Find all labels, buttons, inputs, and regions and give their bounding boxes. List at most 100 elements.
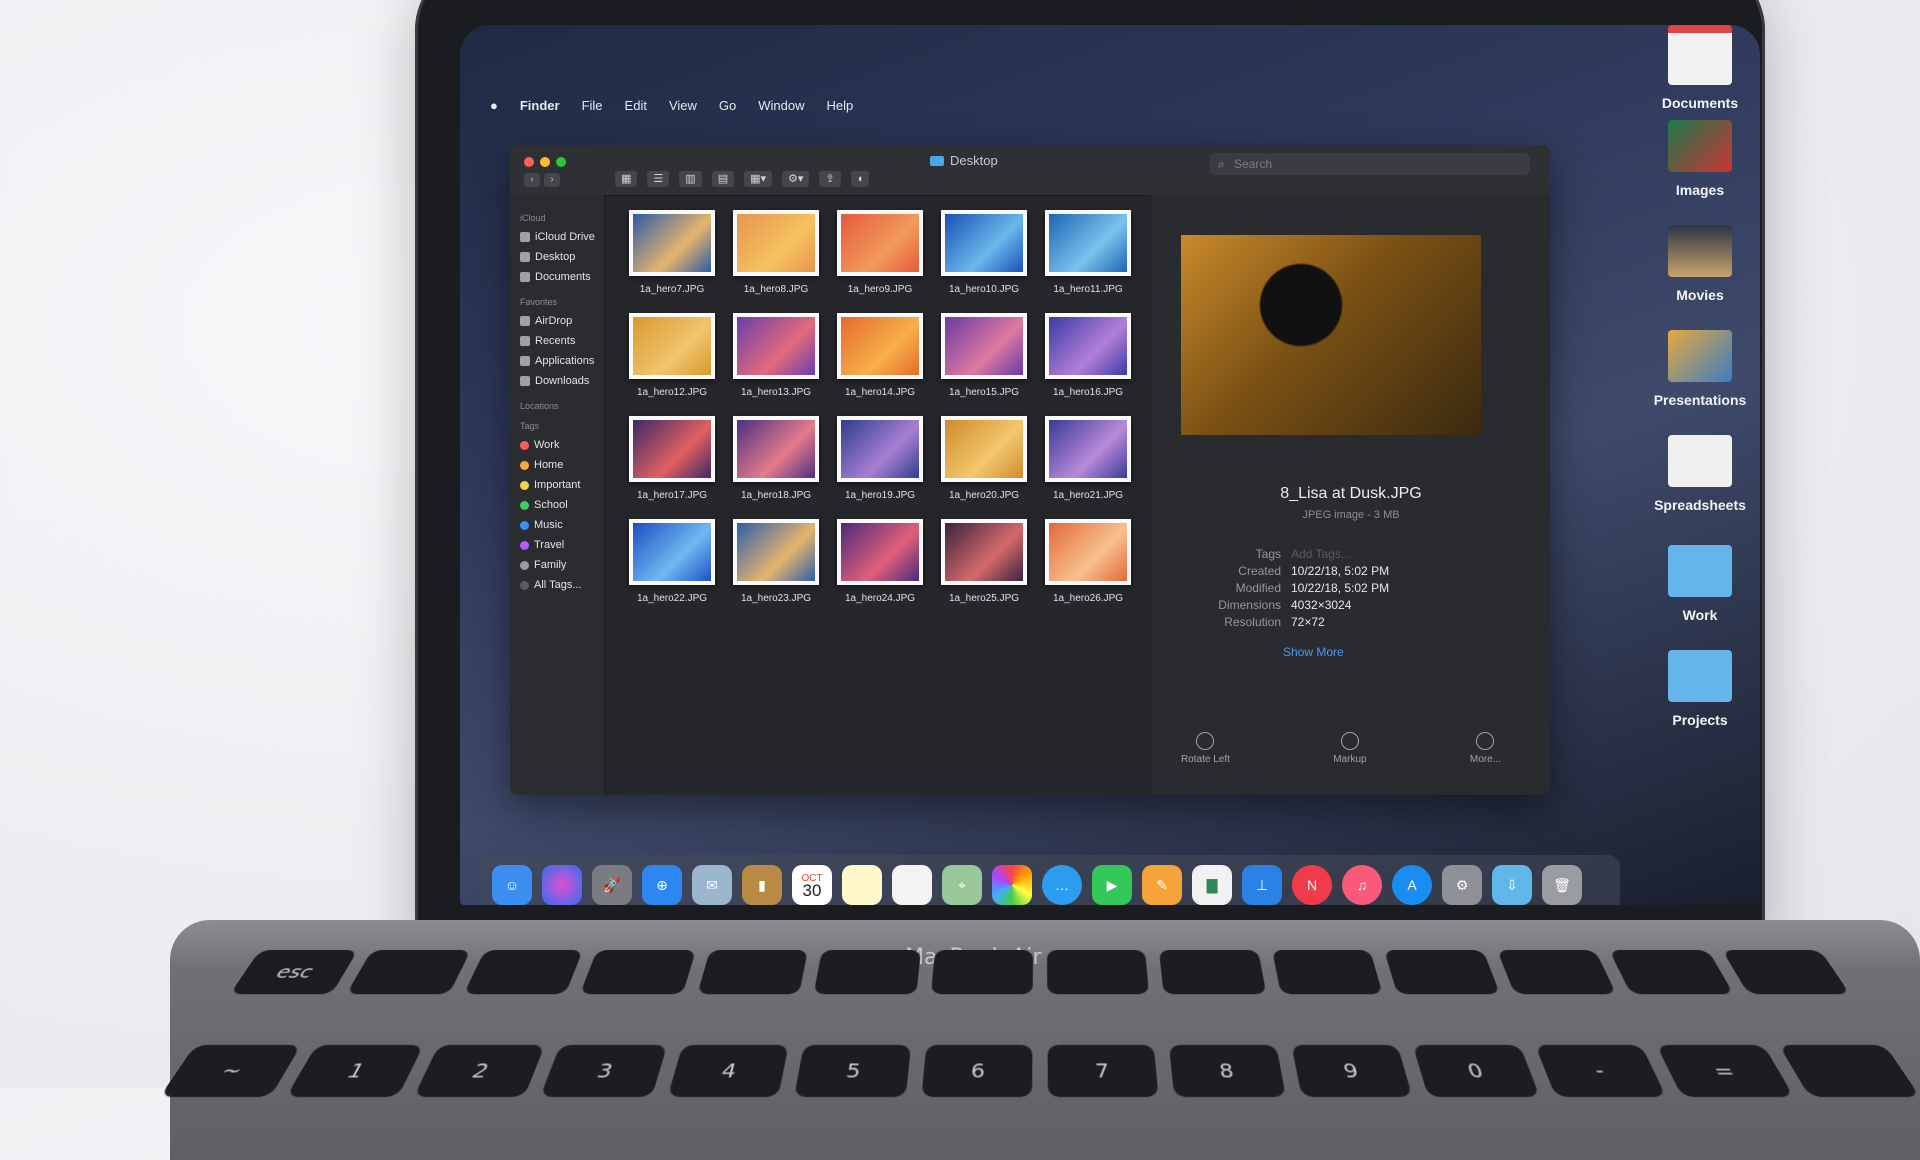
file-item[interactable]: 1a_hero13.JPG <box>724 313 828 398</box>
share-icon[interactable]: ⇪ <box>819 171 840 187</box>
menu-view[interactable]: View <box>669 98 697 113</box>
stack-projects[interactable]: Projects <box>1640 650 1760 728</box>
siri-icon[interactable] <box>542 865 582 905</box>
menu-window[interactable]: Window <box>758 98 804 113</box>
sidebar-item-applications[interactable]: Applications <box>520 351 604 371</box>
gallery-view-button[interactable]: ▤ <box>712 171 734 187</box>
sidebar-tag-item[interactable]: Music <box>520 515 604 535</box>
markup-button[interactable]: Markup <box>1333 732 1366 765</box>
action-gear-icon[interactable]: ⚙▾ <box>782 171 809 187</box>
numbers-icon[interactable]: ▇ <box>1192 865 1232 905</box>
file-item[interactable]: 1a_hero19.JPG <box>828 416 932 501</box>
more-button[interactable]: More... <box>1470 732 1501 765</box>
zoom-button[interactable] <box>556 157 566 167</box>
sidebar-tag-item[interactable]: Home <box>520 455 604 475</box>
launchpad-icon[interactable]: 🚀 <box>592 865 632 905</box>
sidebar-tag-item[interactable]: All Tags... <box>520 575 604 595</box>
file-name: 1a_hero16.JPG <box>1053 387 1123 398</box>
file-item[interactable]: 1a_hero8.JPG <box>724 210 828 295</box>
key: = <box>1656 1045 1793 1097</box>
show-more-link[interactable]: Show More <box>1283 645 1344 659</box>
file-item[interactable]: 1a_hero14.JPG <box>828 313 932 398</box>
stack-spreadsheets[interactable]: Spreadsheets <box>1640 435 1760 513</box>
music-icon[interactable]: ♫ <box>1342 865 1382 905</box>
key <box>1272 950 1383 994</box>
file-item[interactable]: 1a_hero17.JPG <box>620 416 724 501</box>
stack-documents[interactable]: Documents <box>1640 25 1760 111</box>
search-field[interactable]: ⌕ Search <box>1210 153 1530 175</box>
sidebar-item-recents[interactable]: Recents <box>520 331 604 351</box>
sidebar-tag-item[interactable]: School <box>520 495 604 515</box>
system-preferences-icon[interactable]: ⚙ <box>1442 865 1482 905</box>
list-view-button[interactable]: ☰ <box>647 171 669 187</box>
file-item[interactable]: 1a_hero18.JPG <box>724 416 828 501</box>
file-item[interactable]: 1a_hero16.JPG <box>1036 313 1140 398</box>
mail-icon[interactable]: ✉ <box>692 865 732 905</box>
photos-icon[interactable] <box>992 865 1032 905</box>
file-item[interactable]: 1a_hero20.JPG <box>932 416 1036 501</box>
key <box>1609 950 1733 994</box>
menu-go[interactable]: Go <box>719 98 736 113</box>
sidebar-item-documents[interactable]: Documents <box>520 267 604 287</box>
search-icon: ⌕ <box>1218 153 1225 175</box>
news-icon[interactable]: N <box>1292 865 1332 905</box>
sidebar-item-desktop[interactable]: Desktop <box>520 247 604 267</box>
meta-key: Tags <box>1199 547 1281 561</box>
file-item[interactable]: 1a_hero21.JPG <box>1036 416 1140 501</box>
back-button[interactable]: ‹ <box>524 173 540 187</box>
add-tags-field[interactable]: Add Tags... <box>1291 547 1351 561</box>
rotate-left-button[interactable]: Rotate Left <box>1181 732 1230 765</box>
key <box>347 950 471 994</box>
menu-file[interactable]: File <box>582 98 603 113</box>
menu-edit[interactable]: Edit <box>625 98 647 113</box>
icon-view-button[interactable]: ▦ <box>615 171 637 187</box>
file-item[interactable]: 1a_hero10.JPG <box>932 210 1036 295</box>
meta-key: Modified <box>1199 581 1281 595</box>
maps-icon[interactable]: ⌖ <box>942 865 982 905</box>
sidebar-item-airdrop[interactable]: AirDrop <box>520 311 604 331</box>
contacts-icon[interactable]: ▮ <box>742 865 782 905</box>
keynote-icon[interactable]: ⊥ <box>1242 865 1282 905</box>
minimize-button[interactable] <box>540 157 550 167</box>
trash-icon[interactable]: 🗑 <box>1542 865 1582 905</box>
file-item[interactable]: 1a_hero26.JPG <box>1036 519 1140 604</box>
file-item[interactable]: 1a_hero23.JPG <box>724 519 828 604</box>
file-item[interactable]: 1a_hero9.JPG <box>828 210 932 295</box>
notes-icon[interactable] <box>842 865 882 905</box>
messages-icon[interactable]: … <box>1042 865 1082 905</box>
stack-work[interactable]: Work <box>1640 545 1760 623</box>
reminders-icon[interactable] <box>892 865 932 905</box>
file-item[interactable]: 1a_hero22.JPG <box>620 519 724 604</box>
file-item[interactable]: 1a_hero15.JPG <box>932 313 1036 398</box>
forward-button[interactable]: › <box>544 173 560 187</box>
file-item[interactable]: 1a_hero25.JPG <box>932 519 1036 604</box>
column-view-button[interactable]: ▥ <box>679 171 701 187</box>
stack-presentations[interactable]: Presentations <box>1640 330 1760 408</box>
tag-icon[interactable]: ◖ <box>851 171 870 187</box>
pages-icon[interactable]: ✎ <box>1142 865 1182 905</box>
finder-icon[interactable]: ☺ <box>492 865 532 905</box>
downloads-folder-icon[interactable]: ⇩ <box>1492 865 1532 905</box>
sidebar-tag-item[interactable]: Travel <box>520 535 604 555</box>
menu-help[interactable]: Help <box>827 98 854 113</box>
sidebar-tag-item[interactable]: Work <box>520 435 604 455</box>
sidebar-tag-item[interactable]: Family <box>520 555 604 575</box>
stack-images[interactable]: Images <box>1640 120 1760 198</box>
sidebar-tag-item[interactable]: Important <box>520 475 604 495</box>
calendar-icon[interactable]: OCT 30 <box>792 865 832 905</box>
close-button[interactable] <box>524 157 534 167</box>
group-button[interactable]: ▦▾ <box>744 171 772 187</box>
app-store-icon[interactable]: A <box>1392 865 1432 905</box>
file-item[interactable]: 1a_hero12.JPG <box>620 313 724 398</box>
apple-menu-icon[interactable]: ● <box>490 98 498 113</box>
sidebar-item-icloud-drive[interactable]: iCloud Drive <box>520 227 604 247</box>
safari-icon[interactable]: ⊕ <box>642 865 682 905</box>
stack-movies[interactable]: Movies <box>1640 225 1760 303</box>
file-item[interactable]: 1a_hero11.JPG <box>1036 210 1140 295</box>
airdrop-icon <box>520 316 530 326</box>
sidebar-item-downloads[interactable]: Downloads <box>520 371 604 391</box>
file-item[interactable]: 1a_hero7.JPG <box>620 210 724 295</box>
file-item[interactable]: 1a_hero24.JPG <box>828 519 932 604</box>
menu-app-finder[interactable]: Finder <box>520 98 560 113</box>
facetime-icon[interactable]: ▶ <box>1092 865 1132 905</box>
